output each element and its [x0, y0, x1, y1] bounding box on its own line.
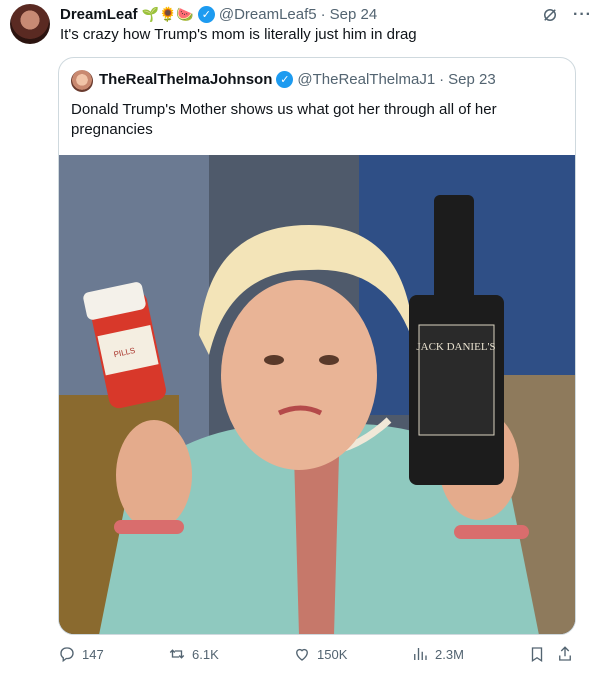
views-button[interactable]: 2.3M: [411, 645, 464, 663]
tweet[interactable]: DreamLeaf 🌱🌻🍉 ✓ @DreamLeaf5 · Sep 24 ···…: [0, 0, 606, 684]
action-bar: 147 6.1K 150K 2.3M: [58, 645, 578, 667]
photo-illustration: JACK DANIEL'S PILLS: [59, 155, 575, 634]
bottle-label: JACK DANIEL'S: [416, 341, 495, 353]
views-icon: [414, 648, 427, 660]
author-handle[interactable]: @DreamLeaf5: [219, 6, 317, 23]
share-button[interactable]: [556, 645, 574, 663]
retweet-icon: [169, 649, 185, 659]
quoted-photo[interactable]: JACK DANIEL'S PILLS: [59, 155, 575, 634]
verified-check-icon: ✓: [276, 71, 294, 88]
grok-icon[interactable]: [541, 6, 559, 24]
like-button[interactable]: 150K: [293, 645, 347, 663]
retweet-count: 6.1K: [192, 646, 219, 662]
retweet-button[interactable]: 6.1K: [168, 645, 219, 663]
avatar[interactable]: [10, 4, 50, 44]
quoted-author-name[interactable]: TheRealThelmaJohnson: [99, 71, 272, 88]
tweet-text: It's crazy how Trump's mom is literally …: [60, 26, 417, 43]
quoted-header: TheRealThelmaJohnson ✓ @TheRealThelmaJ1 …: [99, 71, 496, 88]
quoted-avatar[interactable]: [71, 70, 93, 92]
quoted-date[interactable]: Sep 23: [448, 71, 496, 88]
bookmark-button[interactable]: [528, 645, 546, 663]
like-count: 150K: [317, 646, 348, 662]
quoted-text: Donald Trump's Mother shows us what got …: [71, 101, 497, 138]
author-name[interactable]: DreamLeaf: [60, 6, 138, 23]
verified-check-icon[interactable]: ✓: [197, 5, 215, 23]
share-icon: [559, 646, 571, 661]
separator: ·: [320, 5, 326, 23]
reply-icon: [60, 647, 74, 663]
bookmark-icon: [531, 647, 543, 663]
separator: ·: [439, 71, 445, 88]
author-emojis: 🌱🌻🍉: [141, 5, 194, 22]
quoted-tweet[interactable]: TheRealThelmaJohnson ✓ @TheRealThelmaJ1 …: [58, 57, 576, 635]
tweet-date[interactable]: Sep 24: [330, 6, 378, 23]
views-count: 2.3M: [435, 646, 464, 662]
more-icon[interactable]: ···: [573, 6, 592, 24]
heart-icon: [296, 648, 308, 661]
quoted-author-handle[interactable]: @TheRealThelmaJ1: [297, 71, 435, 88]
reply-button[interactable]: 147: [58, 645, 104, 663]
top-icons: ···: [541, 6, 592, 24]
tweet-header: DreamLeaf 🌱🌻🍉 ✓ @DreamLeaf5 · Sep 24: [60, 4, 377, 24]
reply-count: 147: [82, 646, 104, 662]
